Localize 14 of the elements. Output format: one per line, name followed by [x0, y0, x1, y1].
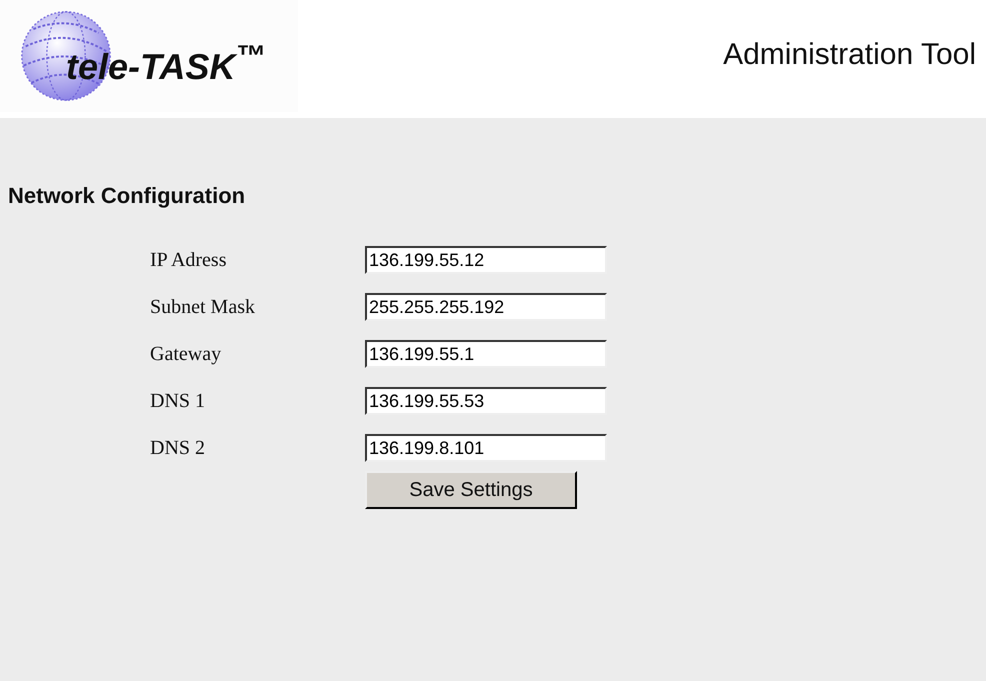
page-title: Administration Tool: [723, 38, 976, 72]
input-field[interactable]: 136.199.8.101: [365, 434, 607, 462]
field-label: IP Adress: [150, 248, 228, 272]
field-label: DNS 2: [150, 436, 206, 460]
section-heading: Network Configuration: [8, 183, 246, 209]
input-field[interactable]: 255.255.255.192: [365, 293, 607, 321]
field-label: DNS 1: [150, 390, 206, 412]
input-field[interactable]: 136.199.55.53: [365, 387, 607, 415]
logo-text: tele-TASK$^{™}$: [66, 40, 266, 88]
field-label: Subnet Mask: [150, 296, 256, 318]
input-field[interactable]: 136.199.55.12: [365, 246, 607, 274]
input-field[interactable]: 136.199.55.1: [365, 340, 607, 368]
save-button[interactable]: Save Settings: [365, 471, 577, 509]
field-label: Gateway: [150, 342, 222, 366]
